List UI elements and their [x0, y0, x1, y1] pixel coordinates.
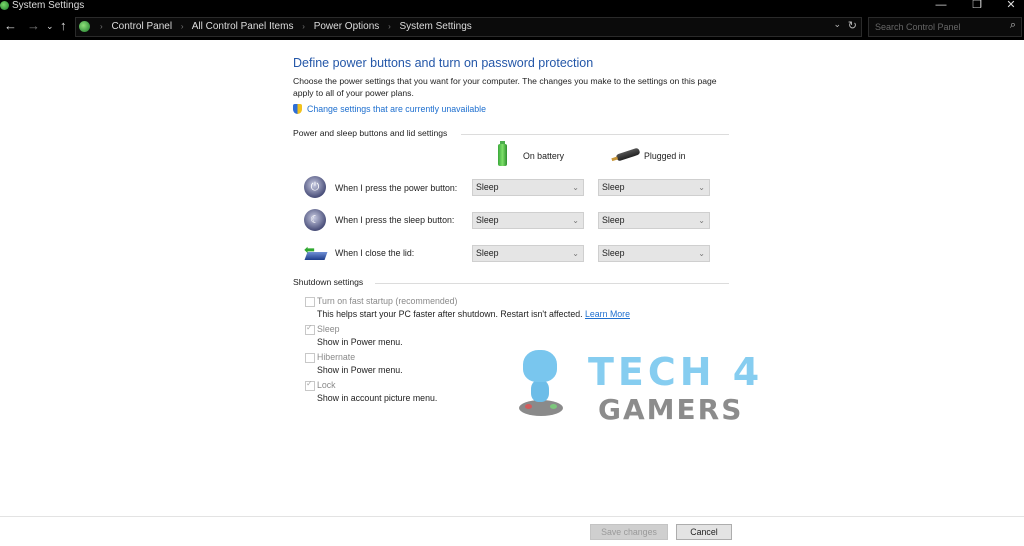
page-intro: Choose the power settings that you want … [293, 76, 717, 98]
address-bar[interactable]: › Control Panel › All Control Panel Item… [75, 17, 862, 37]
search-icon[interactable]: ⌕ [1010, 19, 1016, 32]
watermark-line1: TECH 4 [588, 350, 764, 394]
power-button-label: When I press the power button: [335, 183, 458, 193]
address-dropdown-icon[interactable]: ⌄ [833, 19, 841, 30]
lock-option-description: Show in account picture menu. [317, 393, 438, 403]
search-placeholder: Search Control Panel [875, 22, 961, 32]
change-settings-label[interactable]: Change settings that are currently unava… [307, 104, 486, 114]
footer-divider [0, 516, 1024, 517]
breadcrumb-all-items[interactable]: All Control Panel Items [192, 21, 294, 32]
breadcrumb-power-options[interactable]: Power Options [314, 21, 380, 32]
hibernate-option-label: Hibernate [317, 352, 356, 362]
watermark-line2: GAMERS [598, 393, 744, 426]
sleep-button-plugged-select[interactable]: Sleep ⌄ [598, 212, 710, 229]
page-title: Define power buttons and turn on passwor… [293, 56, 594, 70]
select-value: Sleep [476, 182, 499, 192]
recent-locations-button[interactable]: ⌄ [46, 18, 54, 34]
power-button-battery-select[interactable]: Sleep ⌄ [472, 179, 584, 196]
lid-icon: ⬅ [304, 243, 328, 263]
forward-button[interactable]: → [27, 18, 40, 34]
control-panel-icon [0, 1, 9, 10]
shutdown-section-title: Shutdown settings [293, 277, 364, 287]
chevron-down-icon: ⌄ [572, 249, 579, 258]
select-value: Sleep [476, 215, 499, 225]
power-button-icon: ⏻ [304, 176, 326, 198]
power-button-plugged-select[interactable]: Sleep ⌄ [598, 179, 710, 196]
cancel-button[interactable]: Cancel [676, 524, 732, 540]
uac-shield-icon [293, 104, 302, 114]
mascot-logo-icon [515, 345, 565, 416]
column-plugged-in: Plugged in [644, 151, 686, 161]
minimize-button[interactable]: — [926, 0, 956, 12]
search-input[interactable]: Search Control Panel ⌕ [868, 17, 1022, 37]
chevron-down-icon: ⌄ [572, 183, 579, 192]
close-lid-plugged-select[interactable]: Sleep ⌄ [598, 245, 710, 262]
select-value: Sleep [602, 248, 625, 258]
back-button[interactable]: ← [4, 18, 17, 34]
sleep-option-label: Sleep [317, 324, 340, 334]
learn-more-link[interactable]: Learn More [585, 309, 630, 319]
breadcrumb-control-panel[interactable]: Control Panel [111, 21, 172, 32]
sleep-button-battery-select[interactable]: Sleep ⌄ [472, 212, 584, 229]
save-changes-button[interactable]: Save changes [590, 524, 668, 540]
breadcrumb: › Control Panel › All Control Panel Item… [94, 18, 472, 36]
up-button[interactable]: ↑ [60, 18, 67, 34]
power-section-heading: Power and sleep buttons and lid settings [293, 128, 729, 138]
power-section-title: Power and sleep buttons and lid settings [293, 128, 448, 138]
window-title: System Settings [12, 0, 85, 11]
control-panel-icon [79, 21, 90, 32]
shutdown-section-heading: Shutdown settings [293, 277, 729, 287]
lock-checkbox[interactable] [305, 379, 315, 391]
breadcrumb-system-settings[interactable]: System Settings [400, 21, 472, 32]
select-value: Sleep [476, 248, 499, 258]
chevron-down-icon: ⌄ [698, 216, 705, 225]
sleep-checkbox[interactable] [305, 323, 315, 335]
fast-startup-checkbox[interactable] [305, 297, 315, 307]
tech4gamers-watermark: TECH 4 GAMERS [510, 345, 770, 430]
restore-button[interactable]: ❐ [962, 0, 992, 12]
close-lid-label: When I close the lid: [335, 248, 415, 258]
hibernate-checkbox[interactable] [305, 353, 315, 363]
close-lid-battery-select[interactable]: Sleep ⌄ [472, 245, 584, 262]
sleep-button-label: When I press the sleep button: [335, 215, 455, 225]
column-on-battery: On battery [523, 151, 565, 161]
breadcrumb-separator[interactable]: › [388, 22, 391, 31]
chevron-down-icon: ⌄ [698, 249, 705, 258]
chevron-down-icon: ⌄ [698, 183, 705, 192]
fast-startup-description-text: This helps start your PC faster after sh… [317, 309, 583, 319]
breadcrumb-separator[interactable]: › [302, 22, 305, 31]
select-value: Sleep [602, 182, 625, 192]
section-divider [375, 283, 729, 284]
hibernate-option-description: Show in Power menu. [317, 365, 403, 375]
sleep-option-description: Show in Power menu. [317, 337, 403, 347]
sleep-button-icon: ☾ [304, 209, 326, 231]
refresh-icon[interactable]: ↻ [848, 19, 857, 32]
select-value: Sleep [602, 215, 625, 225]
breadcrumb-separator[interactable]: › [181, 22, 184, 31]
close-button[interactable]: ✕ [996, 0, 1024, 12]
breadcrumb-separator: › [100, 22, 103, 31]
chevron-down-icon: ⌄ [572, 216, 579, 225]
fast-startup-label: Turn on fast startup (recommended) [317, 296, 458, 306]
plug-icon [615, 147, 641, 162]
section-divider [461, 134, 729, 135]
title-bar: System Settings — ❐ ✕ [0, 0, 1024, 14]
change-settings-link[interactable]: Change settings that are currently unava… [293, 104, 486, 114]
battery-icon [498, 141, 507, 166]
fast-startup-description: This helps start your PC faster after sh… [317, 309, 630, 319]
lock-option-label: Lock [317, 380, 336, 390]
